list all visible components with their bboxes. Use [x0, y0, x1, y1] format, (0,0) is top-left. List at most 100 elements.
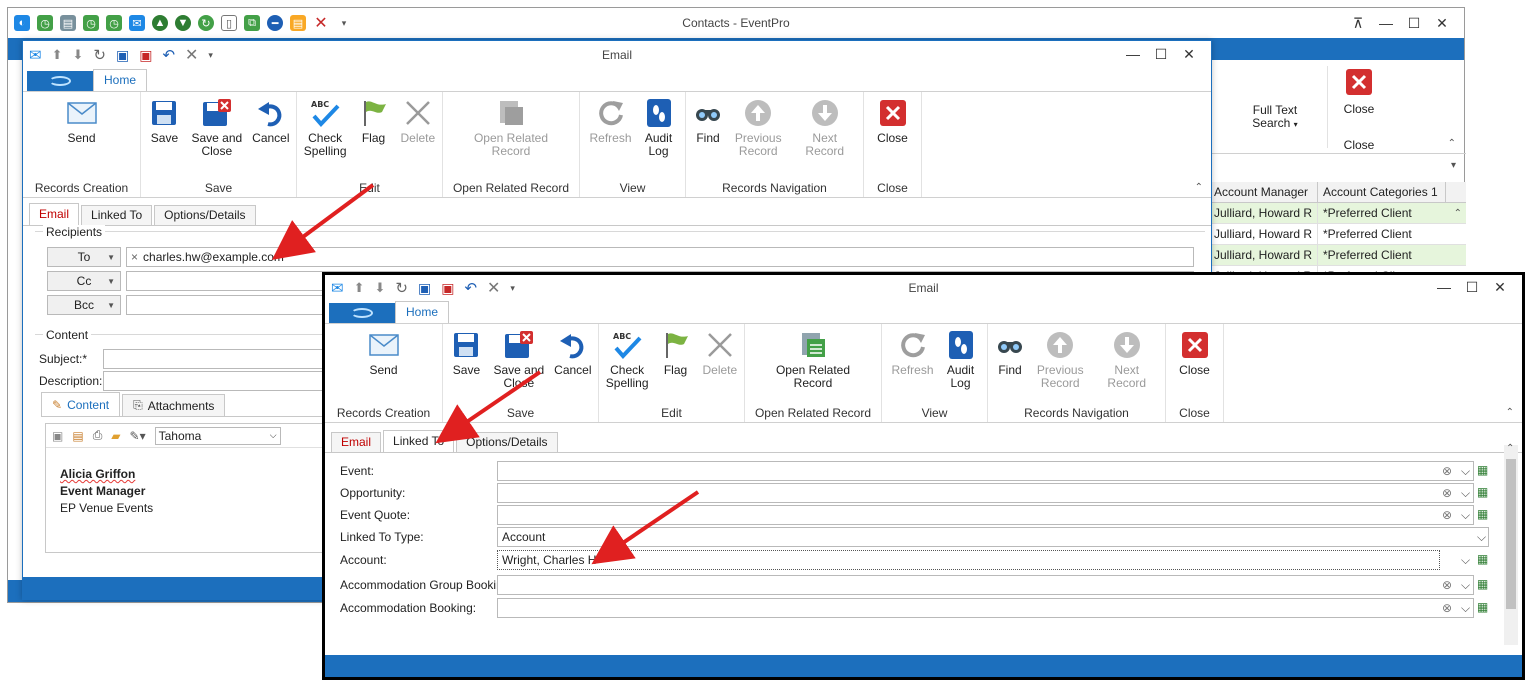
undo-icon[interactable]: ↶ [162, 46, 175, 64]
cc-dropdown-button[interactable]: Cc ▼ [47, 271, 121, 291]
close-icon[interactable]: ✕ [1486, 278, 1514, 296]
minus-circle-icon[interactable]: ━ [267, 15, 283, 31]
arrow-up-icon[interactable]: ⬆ [354, 280, 365, 296]
save-close-icon[interactable]: ▣ [441, 280, 454, 297]
next-record-button[interactable]: Next Record [1089, 330, 1165, 404]
tab-options-details[interactable]: Options/Details [154, 205, 256, 225]
close-icon[interactable]: ✕ [1428, 14, 1456, 32]
maximize-icon[interactable]: ☐ [1458, 278, 1486, 296]
ribbon-collapse-icon[interactable]: ⌃ [1448, 138, 1456, 149]
opportunity-combo[interactable] [497, 483, 1474, 503]
font-select[interactable]: Tahoma ⌵ [154, 426, 281, 445]
find-button[interactable]: Find [988, 330, 1032, 404]
clock-icon[interactable]: ◷ [106, 15, 122, 31]
new-record-icon[interactable]: ▦ [1477, 577, 1488, 591]
table-row[interactable]: Julliard, Howard R *Preferred Client [1212, 224, 1466, 245]
audit-log-button[interactable]: Audit Log [939, 330, 983, 404]
qat-dropdown-icon[interactable]: ▾ [336, 15, 352, 31]
clear-icon[interactable]: ⊗ [1442, 486, 1452, 500]
chevron-down-icon[interactable]: ⌵ [1461, 601, 1470, 616]
clock-icon[interactable]: ◷ [83, 15, 99, 31]
next-record-button[interactable]: Next Record [787, 98, 863, 179]
event-quote-combo[interactable] [497, 505, 1474, 525]
account-combo[interactable]: Wright, Charles H [497, 550, 1440, 570]
accommodation-booking-combo[interactable] [497, 598, 1474, 618]
close-x-icon[interactable]: ✕ [185, 45, 198, 65]
bcc-dropdown-button[interactable]: Bcc ▼ [47, 295, 121, 315]
find-button[interactable]: Find [686, 98, 730, 179]
grid-chooser-icon[interactable]: ▾ [1451, 160, 1456, 171]
save-and-close-button[interactable]: Save and Close [488, 330, 549, 404]
ribbon-display-icon[interactable]: ⊼ [1344, 14, 1372, 32]
remove-recipient-icon[interactable]: × [131, 250, 138, 264]
open-folder-icon[interactable]: ▰ [111, 429, 120, 443]
to-dropdown-button[interactable]: To ▼ [47, 247, 121, 267]
open-related-record-button[interactable]: Open Related Record [771, 330, 855, 404]
maximize-icon[interactable]: ☐ [1400, 14, 1428, 32]
app-menu-tab[interactable] [27, 71, 93, 91]
cancel-button[interactable]: Cancel [247, 98, 294, 179]
new-record-icon[interactable]: ▦ [1477, 552, 1488, 566]
arrow-down-icon[interactable]: ▼ [175, 15, 191, 31]
arrow-down-icon[interactable]: ⬇ [374, 280, 385, 296]
new-record-icon[interactable]: ▦ [1477, 600, 1488, 614]
tab-home[interactable]: Home [93, 69, 148, 91]
tab-email[interactable]: Email [29, 203, 80, 225]
save-icon[interactable]: ▣ [418, 280, 431, 297]
chevron-down-icon[interactable]: ⌵ [1461, 578, 1470, 593]
previous-record-button[interactable]: Previous Record [1032, 330, 1089, 404]
tab-options-details[interactable]: Options/Details [456, 432, 558, 452]
preview-icon[interactable]: ⎙ [93, 428, 103, 443]
to-field[interactable]: × charles.hw@example.com [126, 247, 1194, 267]
vertical-scrollbar[interactable]: ⌃ [1504, 443, 1518, 645]
refresh-icon[interactable]: ↻ [93, 46, 106, 64]
ribbon-collapse-icon[interactable]: ⌃ [1506, 407, 1514, 418]
maximize-icon[interactable]: ☐ [1147, 45, 1175, 63]
accommodation-group-booking-combo[interactable] [497, 575, 1474, 595]
ribbon-collapse-icon[interactable]: ⌃ [1195, 182, 1203, 193]
check-spelling-button[interactable]: ABC Check Spelling [601, 330, 654, 404]
tab-email[interactable]: Email [331, 432, 382, 452]
tab-content[interactable]: ✎ Content [41, 392, 121, 416]
qat-dropdown-icon[interactable]: ▾ [208, 50, 213, 61]
tab-linked-to[interactable]: Linked To [81, 205, 153, 225]
refresh-icon[interactable]: ↻ [395, 279, 408, 297]
full-text-search-button[interactable]: Full Text Search ▾ [1242, 104, 1308, 131]
scroll-up-icon[interactable]: ⌃ [1506, 443, 1514, 454]
grid-column-account-categories[interactable]: Account Categories 1 [1318, 182, 1446, 202]
mail-icon[interactable]: ✉ [29, 46, 42, 64]
main-close-button[interactable]: Close [1337, 68, 1381, 116]
chevron-down-icon[interactable]: ⌵ [1477, 530, 1486, 545]
minimize-icon[interactable]: — [1119, 45, 1147, 63]
qat-dropdown-icon[interactable]: ▾ [510, 283, 515, 294]
arrow-down-icon[interactable]: ⬇ [72, 47, 83, 63]
flag-button[interactable]: Flag [352, 98, 396, 179]
tab-home[interactable]: Home [395, 301, 450, 323]
new-record-icon[interactable]: ▦ [1477, 485, 1488, 499]
flag-button[interactable]: Flag [654, 330, 698, 404]
check-spelling-button[interactable]: ABC Check Spelling [299, 98, 352, 179]
export-icon[interactable]: ▤ [72, 429, 83, 443]
tab-attachments[interactable]: ⎘ Attachments [122, 394, 226, 416]
save-icon[interactable]: ▣ [116, 47, 129, 64]
app-menu-tab[interactable] [329, 303, 395, 323]
mail-icon[interactable]: ✉ [331, 279, 344, 297]
chevron-down-icon[interactable]: ⌵ [1461, 486, 1470, 501]
subject-input[interactable] [103, 349, 333, 369]
new-record-icon[interactable]: ▦ [1477, 507, 1488, 521]
delete-button[interactable]: Delete [396, 98, 441, 179]
clear-icon[interactable]: ⊗ [1442, 578, 1452, 592]
refresh-icon[interactable]: ↻ [198, 15, 214, 31]
refresh-button[interactable]: Refresh [584, 98, 636, 179]
clear-icon[interactable]: ⊗ [1442, 601, 1452, 615]
linked-to-type-select[interactable]: Account [497, 527, 1489, 547]
minimize-icon[interactable]: — [1430, 278, 1458, 296]
close-x-icon[interactable]: ✕ [313, 15, 329, 32]
save-close-icon[interactable]: ▣ [139, 47, 152, 64]
send-button[interactable]: Send [60, 98, 104, 179]
save-icon[interactable]: ▣ [52, 429, 63, 443]
close-x-icon[interactable]: ✕ [487, 278, 500, 298]
event-combo[interactable] [497, 461, 1474, 481]
mail-icon[interactable]: ✉ [129, 15, 145, 31]
save-button[interactable]: Save [142, 98, 186, 179]
